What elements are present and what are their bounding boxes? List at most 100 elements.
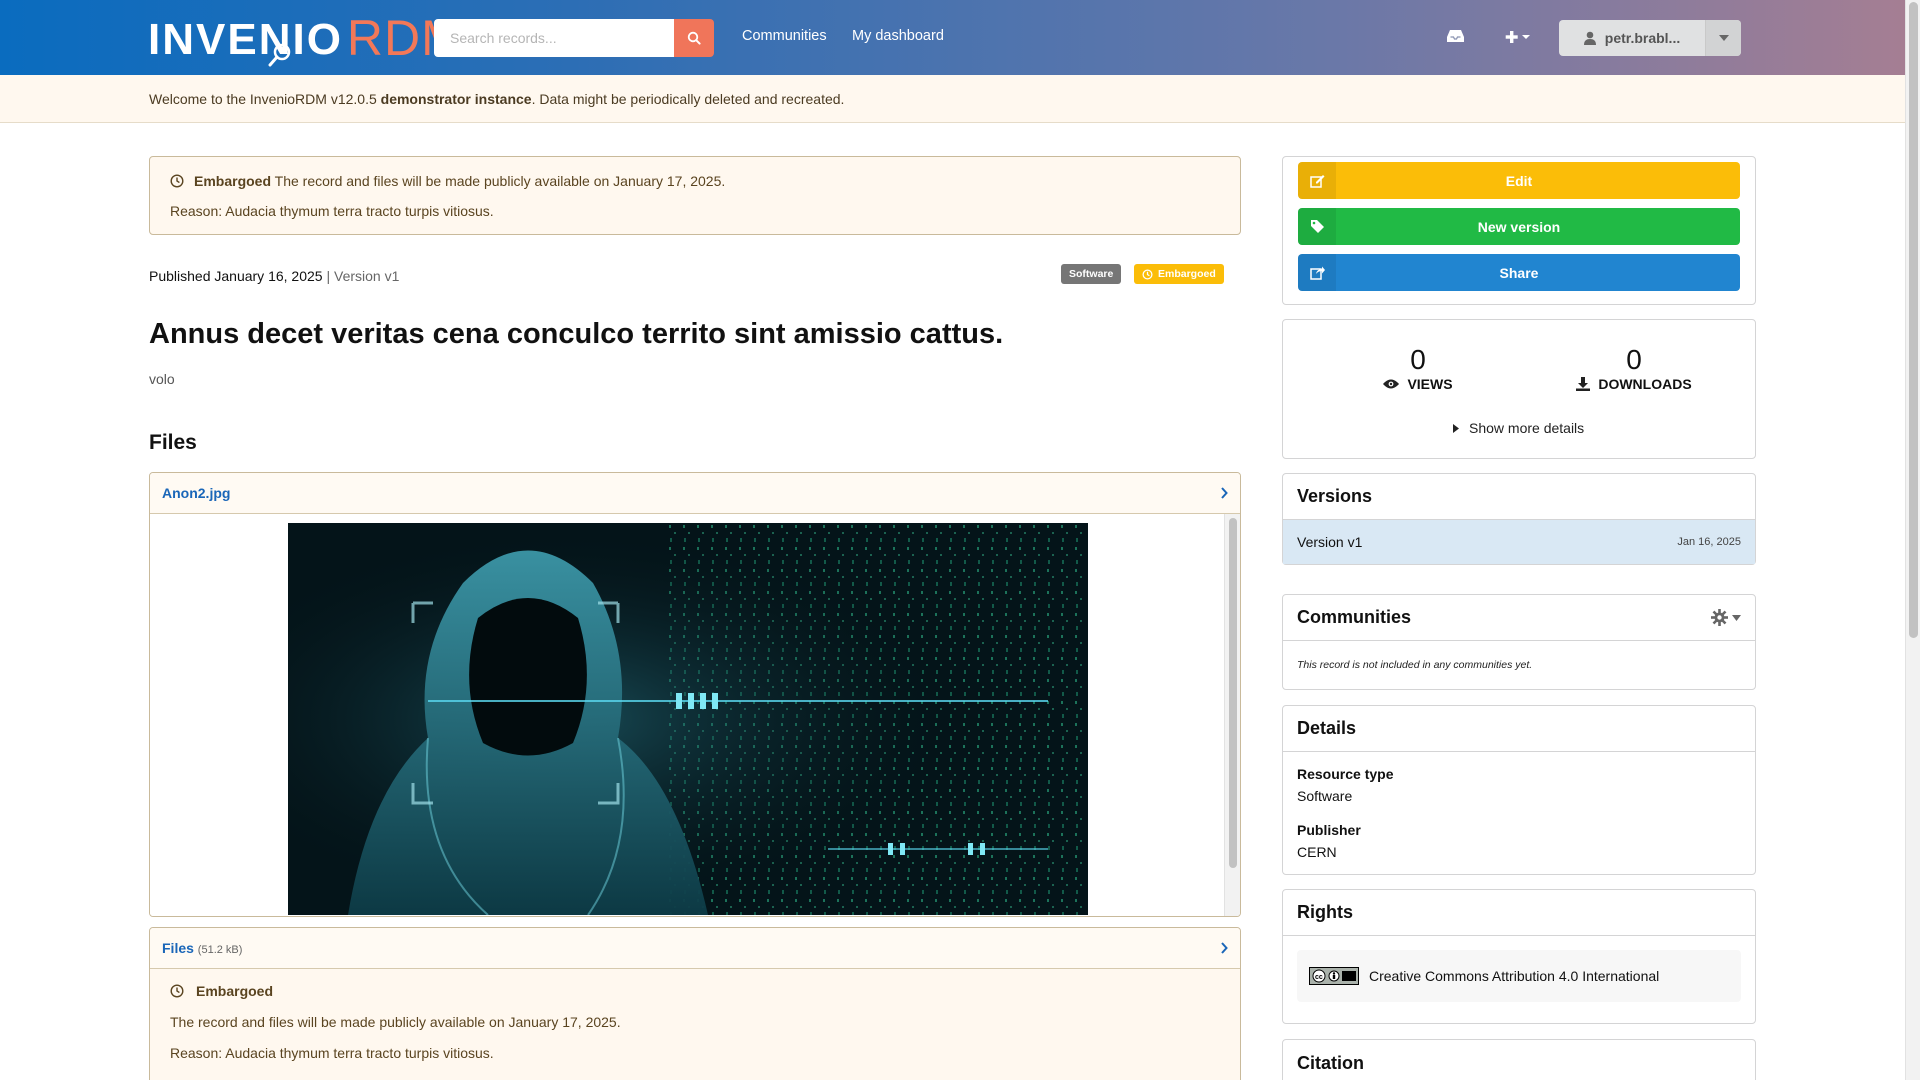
search-bar (434, 19, 714, 57)
communities-manage-menu[interactable] (1711, 609, 1741, 626)
downloads-count: 0 (1626, 344, 1642, 375)
preview-file-name[interactable]: Anon2.jpg (162, 485, 230, 501)
eye-icon (1383, 379, 1400, 389)
resource-type-label: Software (1069, 268, 1114, 280)
files-heading: Files (149, 431, 197, 454)
communities-heading: Communities (1283, 595, 1755, 641)
rights-heading-label: Rights (1297, 902, 1353, 922)
publication-info: Published January 16, 2025 | Version v1 (149, 268, 399, 284)
hooded-figure-image (288, 523, 1088, 915)
nav-communities-link[interactable]: Communities (742, 28, 827, 44)
search-input[interactable] (434, 19, 674, 57)
plus-icon (1505, 31, 1530, 43)
communities-card: Communities This record is not included … (1282, 594, 1756, 690)
search-icon (687, 31, 701, 45)
preview-scrollbar[interactable] (1224, 514, 1240, 916)
version-date: Jan 16, 2025 (1677, 536, 1741, 548)
banner-suffix: . Data might be periodically deleted and… (531, 90, 845, 107)
record-title: Annus decet veritas cena conculco territ… (149, 318, 1004, 350)
user-menu[interactable]: petr.brabl... (1559, 20, 1741, 56)
files-embargo-text: The record and files will be made public… (170, 1014, 621, 1030)
details-heading-label: Details (1297, 718, 1357, 738)
tag-icon (1310, 220, 1324, 233)
views-label: VIEWS (1407, 376, 1453, 392)
version-item[interactable]: Version v1 Jan 16, 2025 (1283, 520, 1755, 564)
versions-heading-label: Versions (1297, 486, 1373, 506)
creator-name[interactable]: volo (149, 371, 175, 387)
caret-down-icon (1718, 35, 1729, 41)
actions-card: Edit New version Share (1282, 156, 1756, 305)
separator: | (326, 268, 331, 284)
file-preview-panel: Anon2.jpg (149, 472, 1241, 917)
download-icon (1576, 377, 1591, 391)
chevron-right-icon[interactable] (1220, 487, 1228, 499)
details-heading: Details (1283, 706, 1755, 752)
files-embargo-message: Embargoed The record and files will be m… (150, 969, 1240, 1075)
preview-scrollbar-thumb[interactable] (1229, 518, 1237, 868)
new-version-button[interactable]: New version (1298, 208, 1740, 245)
citation-heading: Citation (1283, 1040, 1755, 1080)
published-date: Published January 16, 2025 (149, 268, 323, 284)
license-name: Creative Commons Attribution 4.0 Interna… (1369, 968, 1660, 984)
clock-icon (170, 174, 184, 188)
cc-by-license-icon: cc (1309, 967, 1359, 985)
logo-text: INVENIO (148, 15, 343, 64)
user-menu-button[interactable]: petr.brabl... (1559, 20, 1705, 56)
caret-right-icon (1453, 423, 1459, 433)
search-button[interactable] (674, 19, 714, 57)
user-icon (1583, 31, 1596, 45)
stats-card: 0 VIEWS 0 DOWNLOADS Show more details (1282, 319, 1756, 459)
files-embargo-reason: Reason: Audacia thymum terra tracto turp… (170, 1045, 494, 1061)
embargo-text: The record and files will be made public… (274, 173, 726, 189)
create-new-menu[interactable] (1505, 30, 1533, 44)
communities-heading-label: Communities (1297, 607, 1412, 627)
detail-key: Resource type (1297, 766, 1394, 782)
files-list-header[interactable]: Files (51.2 kB) (150, 928, 1240, 969)
gear-icon (1711, 609, 1728, 626)
views-count: 0 (1410, 344, 1426, 375)
inbox-icon[interactable] (1447, 29, 1464, 43)
file-preview-image (288, 523, 1088, 915)
top-navbar: INVENIO RDM Communities My dashboard (0, 0, 1905, 75)
embargo-label: Embargoed (194, 173, 272, 189)
chevron-right-icon[interactable] (1220, 942, 1228, 954)
share-button[interactable]: Share (1298, 254, 1740, 291)
resource-type-badge: Software (1061, 264, 1122, 284)
citation-card: Citation (1282, 1039, 1756, 1080)
invenio-rdm-logo[interactable]: INVENIO RDM (148, 12, 464, 68)
access-status-label: Embargoed (1158, 268, 1216, 280)
page-scrollbar[interactable] (1905, 0, 1920, 1080)
access-status-badge: Embargoed (1134, 264, 1224, 284)
rights-heading: Rights (1283, 890, 1755, 936)
detail-value: CERN (1297, 844, 1337, 860)
edit-button-label: Edit (1505, 172, 1533, 189)
edit-icon (1309, 174, 1324, 188)
details-card: Details Resource type Software Publisher… (1282, 705, 1756, 875)
clock-icon (1142, 268, 1153, 280)
user-menu-dropdown[interactable] (1705, 20, 1741, 56)
show-more-details-toggle[interactable]: Show more details (1453, 420, 1584, 436)
version-label: Version v1 (1297, 534, 1363, 550)
rights-card: Rights cc Creative Commons Attribution 4… (1282, 889, 1756, 1024)
files-total-size: (51.2 kB) (197, 944, 243, 956)
license-item[interactable]: cc Creative Commons Attribution 4.0 Inte… (1297, 950, 1741, 1002)
page-scrollbar-thumb[interactable] (1909, 2, 1918, 638)
svg-text:cc: cc (1315, 974, 1323, 981)
files-embargo-title: Embargoed (196, 983, 274, 999)
detail-key: Publisher (1297, 822, 1361, 838)
downloads-stat: 0 DOWNLOADS (1569, 344, 1699, 392)
username: petr.brabl... (1604, 30, 1681, 46)
views-stat: 0 VIEWS (1373, 344, 1463, 392)
banner-bold: demonstrator instance (380, 90, 532, 107)
demo-banner: Welcome to the InvenioRDM v12.0.5 demons… (0, 75, 1905, 123)
file-preview-header[interactable]: Anon2.jpg (150, 473, 1240, 514)
embargo-notice: Embargoed The record and files will be m… (149, 156, 1241, 235)
detail-value: Software (1297, 788, 1353, 804)
file-preview-body (150, 514, 1240, 916)
show-more-details-label: Show more details (1469, 420, 1585, 436)
files-list-title[interactable]: Files (162, 940, 194, 956)
nav-dashboard-link[interactable]: My dashboard (852, 28, 944, 44)
embargo-reason: Reason: Audacia thymum terra tracto turp… (170, 203, 494, 219)
downloads-label: DOWNLOADS (1598, 376, 1692, 392)
edit-button[interactable]: Edit (1298, 162, 1740, 199)
